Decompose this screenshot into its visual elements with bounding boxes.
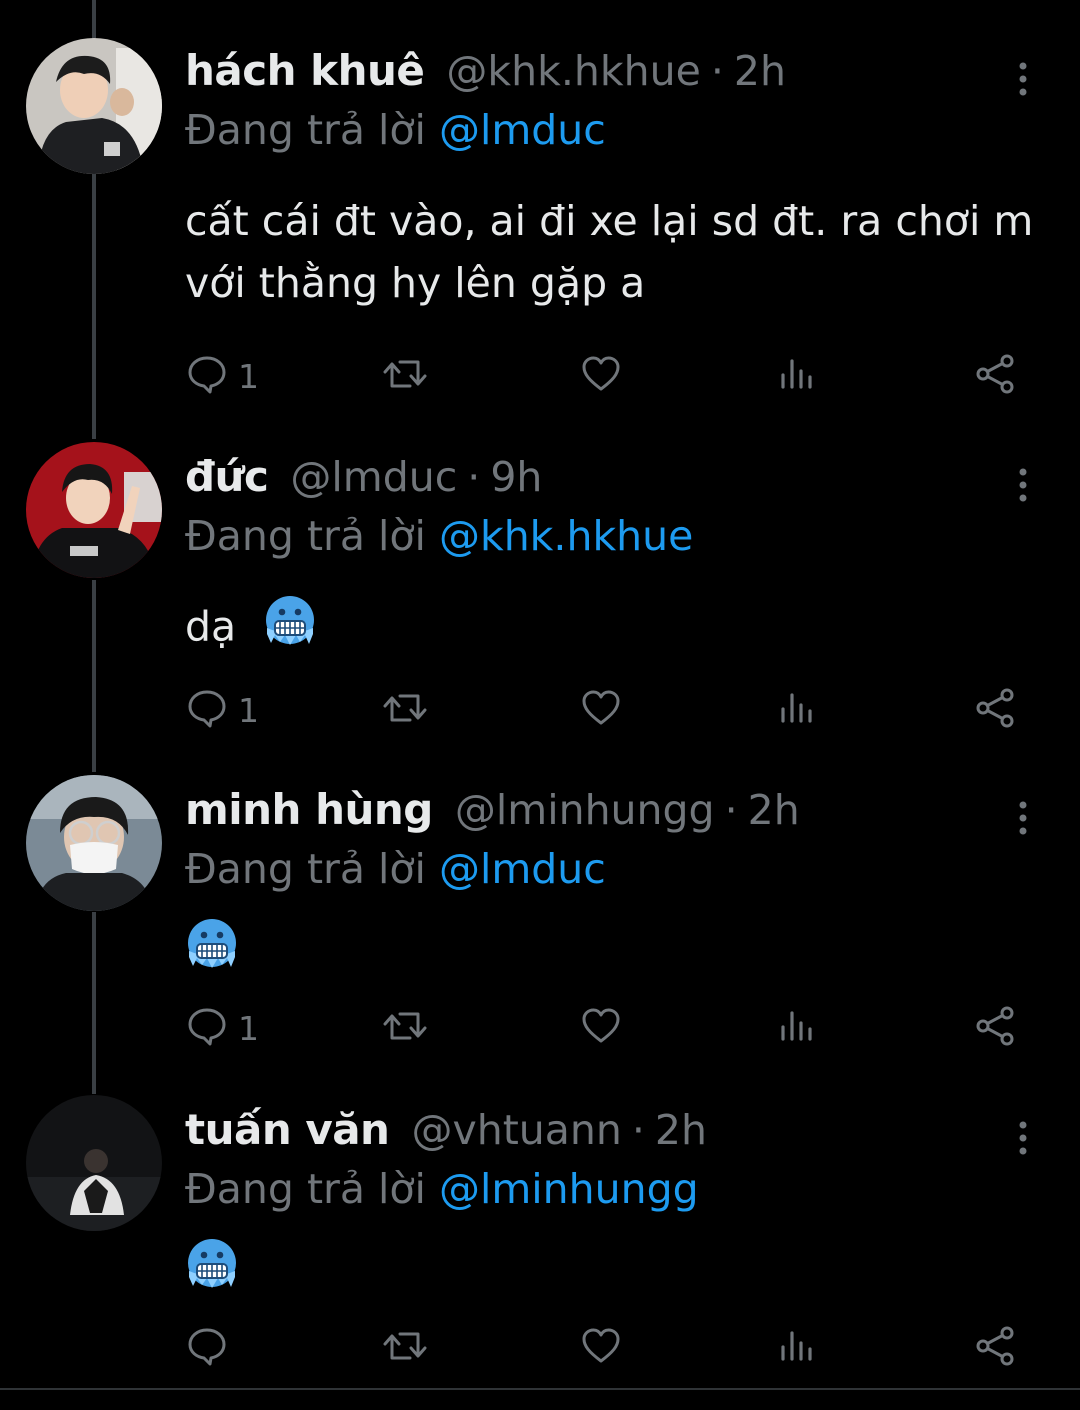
reply-count: 1 [238, 690, 259, 730]
tweet-body [185, 917, 1045, 988]
user-handle[interactable]: @lminhungg [455, 786, 715, 834]
display-name[interactable]: minh hùng [185, 785, 433, 834]
share-button[interactable] [974, 1323, 1016, 1373]
timestamp[interactable]: 2h [734, 47, 786, 95]
reply-tweet[interactable]: minh hùng @lminhungg · 2h Đang trả lời @… [0, 775, 1080, 1075]
share-icon [974, 1325, 1016, 1371]
reply-tweet[interactable]: đức @lmduc · 9h Đang trả lời @khk.hkhue … [0, 442, 1080, 742]
share-button[interactable] [974, 685, 1016, 735]
action-bar: 1 [0, 685, 1080, 735]
display-name[interactable]: tuấn văn [185, 1105, 390, 1154]
reply-icon [186, 1005, 228, 1051]
reply-count: 1 [238, 356, 259, 396]
action-bar: 1 [0, 1003, 1080, 1053]
like-button[interactable] [580, 685, 622, 735]
analytics-icon [779, 1325, 815, 1371]
display-name[interactable]: hách khuê [185, 46, 425, 95]
share-button[interactable] [974, 1003, 1016, 1053]
avatar[interactable] [26, 775, 162, 911]
reply-tweet[interactable]: hách khuê @khk.hkhue · 2h Đang trả lời @… [0, 38, 1080, 406]
replying-label: Đang trả lời [185, 1165, 426, 1213]
thread-line [92, 0, 96, 42]
heart-icon [580, 687, 622, 733]
separator-dot: · [710, 47, 724, 95]
avatar[interactable] [26, 442, 162, 578]
retweet-icon [382, 1325, 428, 1371]
divider [0, 1388, 1080, 1390]
more-options-icon[interactable] [1008, 799, 1038, 839]
reply-icon [186, 1325, 228, 1371]
retweet-button[interactable] [382, 685, 428, 735]
action-bar: 1 [0, 351, 1080, 401]
more-options-icon[interactable] [1008, 466, 1038, 506]
separator-dot: · [724, 786, 738, 834]
analytics-button[interactable] [779, 685, 815, 735]
user-handle[interactable]: @lmduc [290, 453, 457, 501]
tweet-text: cất cái đt vào, ai đi xe lại sd đt. ra c… [185, 197, 1034, 307]
replying-to: Đang trả lời @lmduc [185, 845, 606, 893]
tweet-body [185, 1237, 1045, 1308]
timestamp[interactable]: 2h [655, 1106, 707, 1154]
display-name[interactable]: đức [185, 452, 269, 501]
heart-icon [580, 1325, 622, 1371]
separator-dot: · [467, 453, 481, 501]
avatar[interactable] [26, 38, 162, 174]
more-options-icon[interactable] [1008, 1119, 1038, 1159]
tweet-body: dạ [185, 594, 1045, 665]
heart-icon [580, 353, 622, 399]
more-options-icon[interactable] [1008, 60, 1038, 100]
reply-button[interactable]: 1 [186, 1003, 259, 1053]
cold-face-icon [263, 594, 317, 665]
mention-link[interactable]: @lminhungg [439, 1165, 699, 1213]
retweet-button[interactable] [382, 1003, 428, 1053]
heart-icon [580, 1005, 622, 1051]
share-icon [974, 353, 1016, 399]
like-button[interactable] [580, 351, 622, 401]
reply-button[interactable] [186, 1323, 238, 1373]
share-icon [974, 687, 1016, 733]
avatar[interactable] [26, 1095, 162, 1231]
replying-to: Đang trả lời @khk.hkhue [185, 512, 693, 560]
timestamp[interactable]: 2h [748, 786, 800, 834]
analytics-icon [779, 687, 815, 733]
separator-dot: · [631, 1106, 645, 1154]
cold-face-icon [185, 1237, 239, 1308]
mention-link[interactable]: @khk.hkhue [439, 512, 693, 560]
analytics-button[interactable] [779, 1323, 815, 1373]
mention-link[interactable]: @lmduc [439, 845, 606, 893]
retweet-button[interactable] [382, 1323, 428, 1373]
tweet-text: dạ [185, 602, 237, 651]
analytics-button[interactable] [779, 1003, 815, 1053]
like-button[interactable] [580, 1003, 622, 1053]
replying-label: Đang trả lời [185, 106, 426, 154]
reply-tweet[interactable]: tuấn văn @vhtuann · 2h Đang trả lời @lmi… [0, 1095, 1080, 1388]
retweet-icon [382, 353, 428, 399]
action-bar [0, 1323, 1080, 1373]
share-button[interactable] [974, 351, 1016, 401]
retweet-button[interactable] [382, 351, 428, 401]
user-handle[interactable]: @vhtuann [411, 1106, 621, 1154]
analytics-icon [779, 1005, 815, 1051]
mention-link[interactable]: @lmduc [439, 106, 606, 154]
reply-icon [186, 687, 228, 733]
replying-label: Đang trả lời [185, 845, 426, 893]
reply-count: 1 [238, 1008, 259, 1048]
reply-button[interactable]: 1 [186, 685, 259, 735]
retweet-icon [382, 687, 428, 733]
share-icon [974, 1005, 1016, 1051]
analytics-button[interactable] [779, 351, 815, 401]
timestamp[interactable]: 9h [490, 453, 542, 501]
replying-to: Đang trả lời @lminhungg [185, 1165, 699, 1213]
analytics-icon [779, 353, 815, 399]
cold-face-icon [185, 917, 239, 988]
reply-icon [186, 353, 228, 399]
replying-to: Đang trả lời @lmduc [185, 106, 606, 154]
replying-label: Đang trả lời [185, 512, 426, 560]
user-handle[interactable]: @khk.hkhue [446, 47, 700, 95]
retweet-icon [382, 1005, 428, 1051]
reply-button[interactable]: 1 [186, 351, 259, 401]
like-button[interactable] [580, 1323, 622, 1373]
